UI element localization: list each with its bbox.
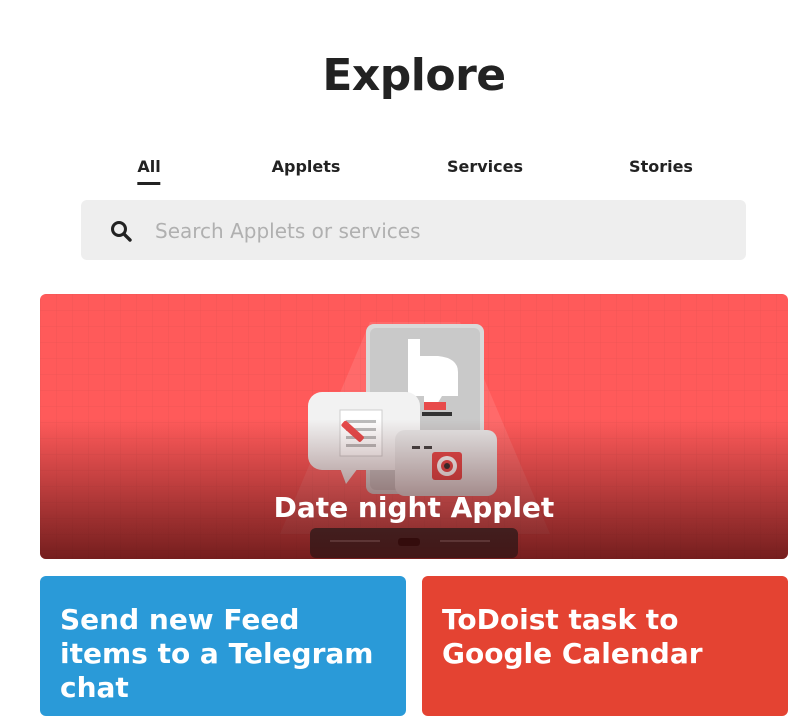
- hero-gradient: [40, 419, 788, 559]
- applet-card-todoist-calendar[interactable]: ToDoist task to Google Calendar: [422, 576, 788, 716]
- search-icon[interactable]: [109, 219, 133, 243]
- explore-tabs: All Applets Services Stories: [0, 157, 800, 189]
- applet-card-title: Send new Feed items to a Telegram chat: [60, 603, 374, 704]
- tab-applets[interactable]: Applets: [272, 157, 341, 176]
- featured-applet-title: Date night Applet: [273, 491, 555, 524]
- applet-card-title: ToDoist task to Google Calendar: [442, 603, 703, 670]
- search-input[interactable]: [153, 200, 717, 262]
- page-title: Explore: [322, 50, 506, 101]
- tab-all[interactable]: All: [137, 157, 162, 185]
- featured-applet-card[interactable]: Date night Applet: [40, 294, 788, 559]
- applet-card-feed-telegram[interactable]: Send new Feed items to a Telegram chat: [40, 576, 406, 716]
- tab-stories[interactable]: Stories: [629, 157, 693, 176]
- tab-services[interactable]: Services: [447, 157, 523, 176]
- search-bar: [81, 200, 746, 262]
